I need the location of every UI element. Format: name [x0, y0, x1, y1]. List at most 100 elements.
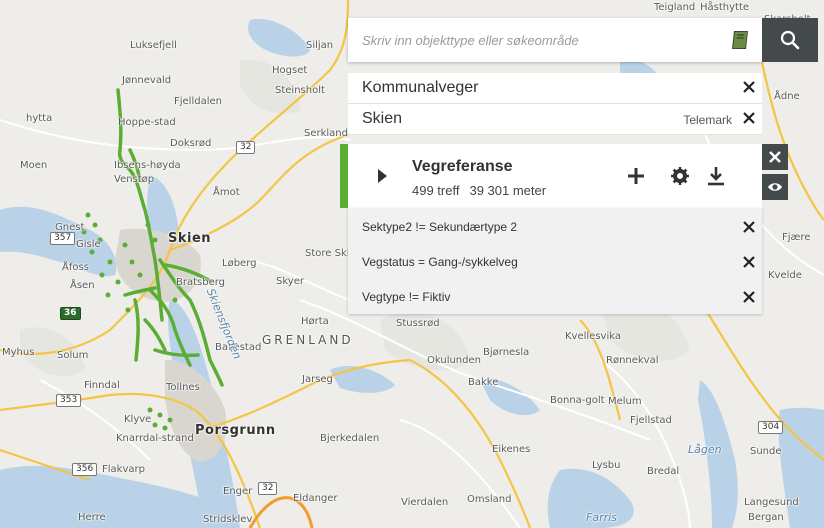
road-shield: 356	[72, 463, 98, 476]
place-label: Håsthytte	[700, 2, 750, 13]
place-label: Eldanger	[293, 493, 338, 504]
plus-icon	[628, 168, 644, 184]
place-label: Ibsens-høyda	[114, 160, 181, 171]
water-label: Lågen	[688, 443, 722, 456]
place-label: Venstøp	[114, 174, 155, 185]
road-shield: 36	[60, 307, 81, 320]
place-label: Knarrdal-strand	[116, 433, 194, 444]
layer-title: Vegreferanse	[412, 158, 513, 175]
place-label: Enger	[223, 486, 253, 497]
road-shield: 32	[258, 482, 278, 495]
eye-icon	[768, 183, 782, 191]
place-label: Gisle	[76, 239, 101, 250]
place-label: Fjelldalen	[174, 96, 222, 107]
place-label: Myhus	[2, 347, 35, 358]
close-icon[interactable]	[742, 220, 756, 234]
toggle-visibility-button[interactable]	[762, 174, 788, 200]
close-icon	[769, 151, 781, 163]
place-label: Fjellstad	[630, 415, 672, 426]
place-label: Jarseg	[302, 374, 333, 385]
place-label: Flakvarp	[102, 464, 145, 475]
place-label: Kvellesvika	[565, 331, 621, 342]
place-label: Melum	[608, 396, 642, 407]
result-length: 39 301 meter	[469, 183, 547, 198]
settings-button[interactable]	[670, 166, 690, 191]
selection-label: Kommunalveger	[362, 79, 479, 96]
place-label: Sunde	[750, 446, 782, 457]
place-label: Teigland	[654, 2, 696, 13]
place-label: Åfoss	[62, 262, 89, 273]
place-label: Luksefjell	[130, 40, 177, 51]
place-label: Tollnes	[166, 382, 200, 393]
layer-vegreferanse[interactable]: Vegreferanse 499 treff 39 301 meter	[340, 144, 762, 208]
filter-item: Vegtype != Fiktiv	[348, 279, 762, 313]
place-label: Eikenes	[492, 444, 531, 455]
gear-icon	[671, 167, 689, 185]
selection-sub: Telemark	[683, 113, 732, 127]
place-label: Steinsholt	[275, 85, 325, 96]
place-label: Bergan	[748, 512, 784, 523]
region-label: GRENLAND	[262, 333, 354, 347]
place-label: Bredal	[647, 466, 680, 477]
expand-icon[interactable]	[376, 168, 388, 189]
search-input[interactable]: Skriv inn objekttype eller søkeområde	[362, 33, 579, 48]
place-label: Skien	[168, 231, 212, 246]
road-shield: 357	[50, 232, 76, 245]
water-label: Farris	[586, 511, 617, 524]
search-bar[interactable]: Skriv inn objekttype eller søkeområde	[348, 18, 762, 62]
place-label: Serkland	[304, 128, 348, 139]
place-label: Solum	[57, 350, 89, 361]
book-icon[interactable]	[728, 28, 752, 52]
selection-kommunalveger: Kommunalveger	[348, 73, 762, 104]
place-label: Okulunden	[427, 355, 481, 366]
place-label: Herre	[78, 512, 106, 523]
road-shield: 32	[236, 141, 256, 154]
filter-text: Sektype2 != Sekundærtype 2	[362, 220, 518, 234]
add-filter-button[interactable]	[626, 166, 646, 191]
close-icon[interactable]	[742, 255, 756, 269]
place-label: Hogset	[272, 65, 308, 76]
place-label: Åmot	[213, 187, 240, 198]
place-label: Skyer	[276, 276, 304, 287]
place-label: Siljan	[306, 40, 334, 51]
place-label: Stussrød	[396, 318, 440, 329]
result-count: 499 treff	[412, 183, 460, 198]
place-label: Åsen	[70, 280, 95, 291]
place-label: Ådne	[774, 91, 800, 102]
place-label: Vierdalen	[401, 497, 449, 508]
close-layer-button[interactable]	[762, 144, 788, 170]
road-shield: 353	[56, 394, 82, 407]
road-shield: 304	[758, 421, 784, 434]
place-label: Klyve	[124, 414, 152, 425]
search-button[interactable]	[762, 18, 818, 62]
place-label: Bakke	[468, 377, 499, 388]
filter-text: Vegstatus = Gang-/sykkelveg	[362, 255, 518, 269]
filter-list: Sektype2 != Sekundærtype 2 Vegstatus = G…	[348, 208, 762, 314]
filter-text: Vegtype != Fiktiv	[362, 290, 451, 304]
place-label: Stridsklev	[203, 514, 253, 525]
place-label: Fjære	[782, 232, 811, 243]
place-label: Kvelde	[768, 270, 802, 281]
place-label: Jønnevald	[122, 75, 172, 86]
close-icon[interactable]	[742, 290, 756, 304]
filter-item: Vegstatus = Gang-/sykkelveg	[348, 244, 762, 278]
layer-stats: 499 treff 39 301 meter	[412, 183, 556, 198]
place-label: Løberg	[222, 258, 257, 269]
place-label: Langesund	[744, 497, 799, 508]
selection-label: Skien	[362, 110, 403, 127]
download-button[interactable]	[706, 166, 726, 191]
place-label: Hoppe-stad	[118, 117, 176, 128]
close-icon[interactable]	[742, 80, 756, 94]
download-icon	[708, 167, 724, 186]
place-label: Bonna-golt	[550, 395, 605, 406]
place-label: Rønnekval	[606, 355, 659, 366]
place-label: Omsland	[467, 494, 512, 505]
filter-item: Sektype2 != Sekundærtype 2	[348, 209, 762, 243]
place-label: Doksrød	[170, 138, 212, 149]
close-icon[interactable]	[742, 111, 756, 125]
search-icon	[780, 30, 800, 50]
place-label: Bjørnesla	[483, 347, 530, 358]
place-label: Finndal	[84, 380, 120, 391]
place-label: Hørta	[301, 316, 329, 327]
place-label: Moen	[20, 160, 48, 171]
